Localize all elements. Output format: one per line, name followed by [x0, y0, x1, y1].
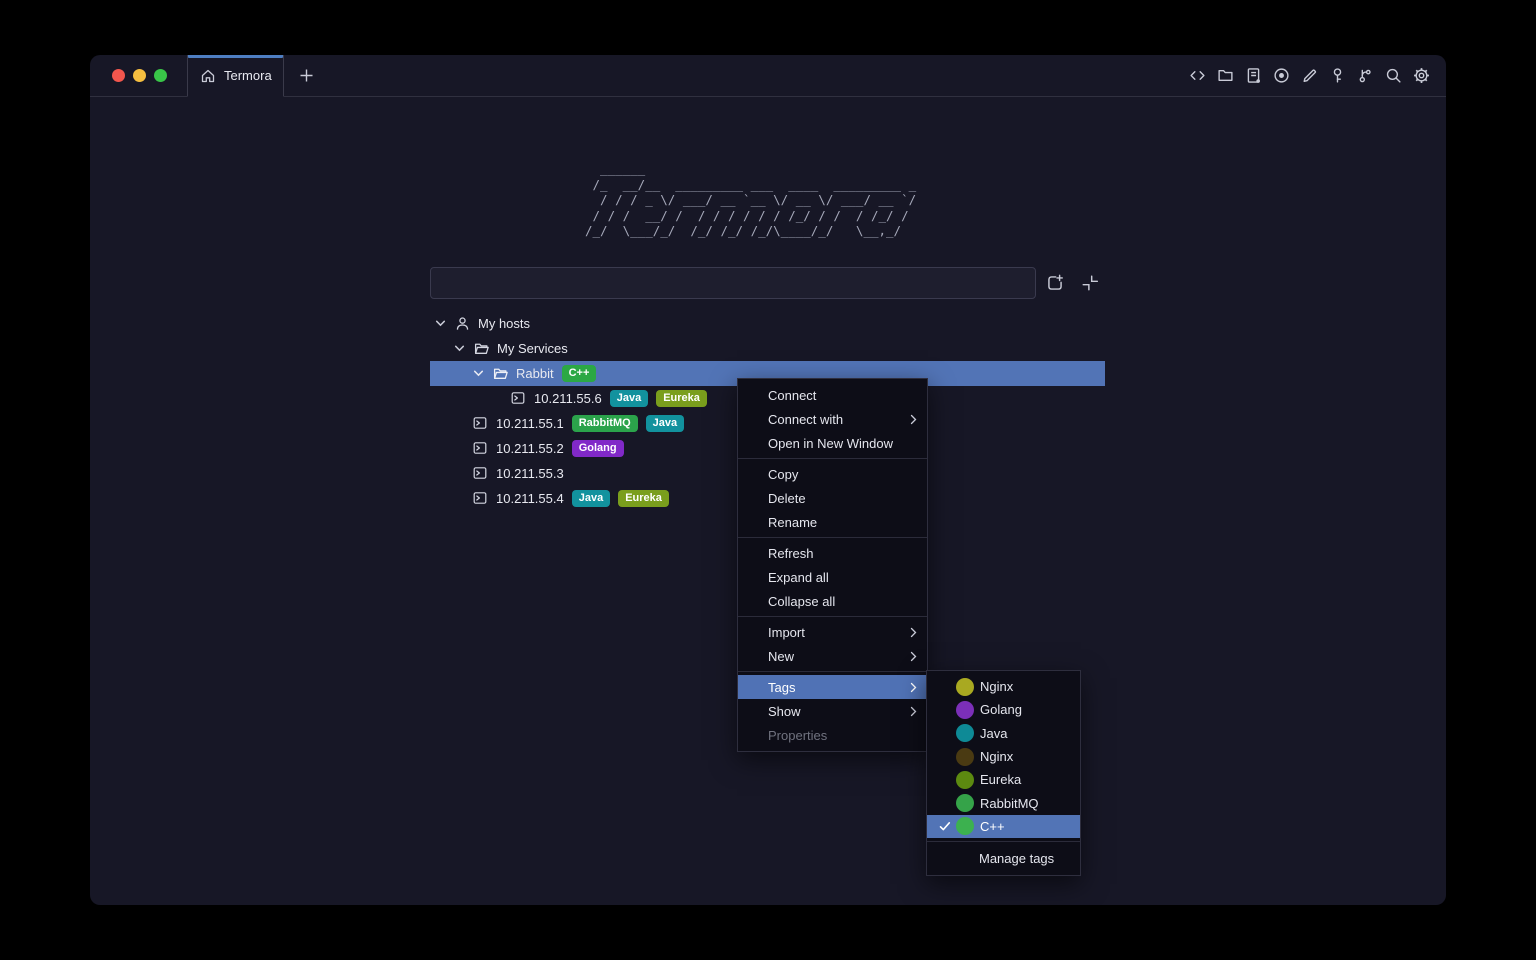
tree-label: 10.211.55.6: [534, 391, 602, 406]
folder-icon[interactable]: [1217, 67, 1234, 84]
menu-item-rename[interactable]: Rename: [738, 510, 927, 534]
tag-badge: Eureka: [656, 390, 707, 407]
traffic-lights: [90, 55, 187, 96]
menu-separator: [738, 458, 927, 459]
tag-badge: RabbitMQ: [572, 415, 638, 432]
menu-item-open-in-new-window[interactable]: Open in New Window: [738, 431, 927, 455]
tag-color-dot: [956, 748, 974, 766]
folder-open-icon: [493, 366, 508, 381]
tree-label: 10.211.55.1: [496, 416, 564, 431]
tag-item-nginx-1[interactable]: Nginx: [927, 675, 1080, 698]
chevron-down-icon[interactable]: [434, 317, 447, 330]
menu-item-copy[interactable]: Copy: [738, 462, 927, 486]
terminal-icon: [511, 391, 526, 406]
record-icon[interactable]: [1273, 67, 1290, 84]
menu-item-manage-tags[interactable]: Manage tags: [927, 845, 1080, 871]
tag-color-dot: [956, 771, 974, 789]
minimize-window-button[interactable]: [133, 69, 146, 82]
new-tab-button[interactable]: [299, 55, 314, 96]
terminal-icon: [473, 491, 488, 506]
terminal-icon: [473, 466, 488, 481]
menu-item-properties: Properties: [738, 723, 927, 747]
settings-icon[interactable]: [1413, 67, 1430, 84]
tree-label: My Services: [497, 341, 568, 356]
tab-label: Termora: [224, 68, 272, 83]
tag-item-eureka[interactable]: Eureka: [927, 768, 1080, 791]
tree-row-my-services[interactable]: My Services: [430, 336, 1105, 361]
menu-separator: [738, 616, 927, 617]
close-window-button[interactable]: [112, 69, 125, 82]
menu-item-refresh[interactable]: Refresh: [738, 541, 927, 565]
tag-badge: Java: [610, 390, 648, 407]
menu-item-delete[interactable]: Delete: [738, 486, 927, 510]
submenu-arrow-icon: [910, 651, 917, 662]
code-icon[interactable]: [1189, 67, 1206, 84]
tag-item-rabbitmq[interactable]: RabbitMQ: [927, 791, 1080, 814]
terminal-icon: [473, 416, 488, 431]
log-icon[interactable]: [1245, 67, 1262, 84]
submenu-arrow-icon: [910, 414, 917, 425]
tree-label: My hosts: [478, 316, 530, 331]
search-icon[interactable]: [1385, 67, 1402, 84]
titlebar: Termora: [90, 55, 1446, 97]
tree-label: 10.211.55.2: [496, 441, 564, 456]
tag-item-nginx-2[interactable]: Nginx: [927, 745, 1080, 768]
menu-separator: [738, 671, 927, 672]
tag-badge: Eureka: [618, 490, 669, 507]
keychain-icon[interactable]: [1357, 67, 1374, 84]
chevron-down-icon[interactable]: [472, 367, 485, 380]
tree-label: Rabbit: [516, 366, 554, 381]
menu-separator: [927, 841, 1080, 842]
search-side-actions: [1046, 267, 1099, 299]
submenu-arrow-icon: [910, 627, 917, 638]
tree-label: 10.211.55.3: [496, 466, 564, 481]
tag-badge: Java: [646, 415, 684, 432]
tree-row-my-hosts[interactable]: My hosts: [430, 311, 1105, 336]
submenu-arrow-icon: [910, 706, 917, 717]
tags-submenu: Nginx Golang Java Nginx Eureka RabbitMQ: [926, 670, 1081, 876]
tag-color-dot: [956, 794, 974, 812]
menu-item-connect[interactable]: Connect: [738, 383, 927, 407]
menu-separator: [738, 537, 927, 538]
tag-item-golang[interactable]: Golang: [927, 698, 1080, 721]
app-window: Termora: [90, 55, 1446, 905]
menu-item-import[interactable]: Import: [738, 620, 927, 644]
tag-color-dot: [956, 701, 974, 719]
ascii-logo: ______ /_ __/__ _________ ___ ____ _____…: [585, 161, 916, 239]
menu-item-tags[interactable]: Tags: [738, 675, 927, 699]
menu-item-connect-with[interactable]: Connect with: [738, 407, 927, 431]
tree-label: 10.211.55.4: [496, 491, 564, 506]
tag-item-cpp[interactable]: C++: [927, 815, 1080, 838]
tab-termora[interactable]: Termora: [187, 55, 284, 97]
tag-item-java[interactable]: Java: [927, 722, 1080, 745]
edit-icon[interactable]: [1301, 67, 1318, 84]
tag-color-dot: [956, 724, 974, 742]
titlebar-actions: [1189, 55, 1446, 96]
menu-item-show[interactable]: Show: [738, 699, 927, 723]
person-icon: [455, 316, 470, 331]
zoom-window-button[interactable]: [154, 69, 167, 82]
menu-item-new[interactable]: New: [738, 644, 927, 668]
search-input[interactable]: [430, 267, 1036, 299]
folder-open-icon: [474, 341, 489, 356]
menu-item-expand-all[interactable]: Expand all: [738, 565, 927, 589]
submenu-arrow-icon: [910, 682, 917, 693]
tag-color-dot: [956, 817, 974, 835]
terminal-icon: [473, 441, 488, 456]
context-menu: Connect Connect with Open in New Window …: [737, 378, 928, 752]
chevron-down-icon[interactable]: [453, 342, 466, 355]
tag-badge: C++: [562, 365, 597, 382]
tag-badge: Golang: [572, 440, 624, 457]
menu-item-collapse-all[interactable]: Collapse all: [738, 589, 927, 613]
home-icon: [200, 68, 216, 84]
check-icon: [939, 821, 952, 832]
key-icon[interactable]: [1329, 67, 1346, 84]
tag-color-dot: [956, 678, 974, 696]
collapse-all-icon[interactable]: [1081, 274, 1099, 292]
add-host-icon[interactable]: [1046, 274, 1064, 292]
tag-badge: Java: [572, 490, 610, 507]
